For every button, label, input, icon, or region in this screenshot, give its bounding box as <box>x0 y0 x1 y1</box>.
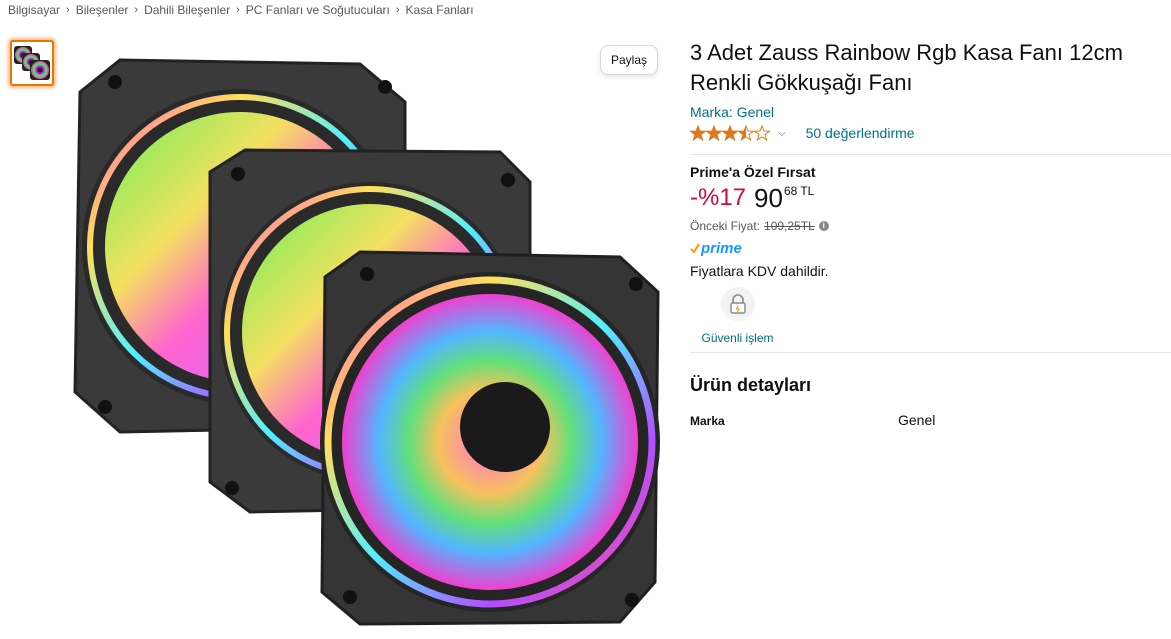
brand-link[interactable]: Marka: Genel <box>690 104 1171 120</box>
breadcrumb-separator-icon: › <box>395 4 400 16</box>
divider <box>690 154 1171 155</box>
price-fraction: 68 <box>783 184 798 198</box>
star-icon <box>738 125 754 141</box>
secure-transaction[interactable]: Güvenli işlem <box>690 287 785 345</box>
star-icon <box>754 125 770 141</box>
divider <box>690 352 1171 353</box>
breadcrumb-separator-icon: › <box>236 4 240 16</box>
prime-check-icon <box>690 243 700 254</box>
previous-price: 109,25TL <box>764 219 815 233</box>
info-icon[interactable]: i <box>818 221 829 231</box>
breadcrumb-separator-icon: › <box>134 4 139 16</box>
prime-badge: prime <box>690 239 1171 257</box>
prime-label: prime <box>701 239 742 257</box>
star-icon <box>690 125 706 141</box>
discount-percent: -%17 <box>690 184 747 211</box>
fan-front <box>320 250 660 626</box>
price-currency: TL <box>800 184 815 198</box>
chevron-down-icon[interactable]: ⌵ <box>778 128 786 139</box>
details-row: Marka Genel <box>690 412 1171 428</box>
lock-icon <box>720 287 755 321</box>
previous-price-row: Önceki Fiyat: 109,25TL i <box>690 219 1171 233</box>
image-thumbnail[interactable] <box>10 40 54 86</box>
deal-label: Prime'a Özel Fırsat <box>690 164 816 180</box>
previous-price-label: Önceki Fiyat: <box>690 219 761 233</box>
star-rating[interactable] <box>690 125 770 141</box>
rating-row: ⌵ 50 değerlendirme <box>690 122 1171 144</box>
product-image[interactable] <box>60 52 665 632</box>
breadcrumb-item-bilgisayar[interactable]: Bilgisayar <box>8 3 60 17</box>
vat-note: Fiyatlara KDV dahildir. <box>690 263 829 279</box>
details-key: Marka <box>690 414 725 428</box>
breadcrumb-item-kasa-fanlari[interactable]: Kasa Fanları <box>406 3 474 17</box>
details-title: Ürün detayları <box>690 375 812 395</box>
product-title: 3 Adet Zauss Rainbow Rgb Kasa Fanı 12cm … <box>690 40 1123 95</box>
star-icon <box>722 125 738 141</box>
breadcrumb-item-bilesenler[interactable]: Bileşenler <box>76 3 129 17</box>
breadcrumb: Bilgisayar › Bileşenler › Dahili Bileşen… <box>8 3 474 17</box>
price-whole: 90 <box>754 183 783 213</box>
rating-count-link[interactable]: 50 değerlendirme <box>806 125 915 141</box>
secure-label: Güvenli işlem <box>701 331 774 345</box>
breadcrumb-separator-icon: › <box>66 4 70 16</box>
breadcrumb-item-pc-fanlari[interactable]: PC Fanları ve Soğutucuları <box>246 3 390 17</box>
star-icon <box>706 125 722 141</box>
price-row: -%17 90 68 TL <box>690 183 1171 217</box>
details-value: Genel <box>898 412 936 428</box>
breadcrumb-item-dahili-bilesenler[interactable]: Dahili Bileşenler <box>144 3 230 17</box>
